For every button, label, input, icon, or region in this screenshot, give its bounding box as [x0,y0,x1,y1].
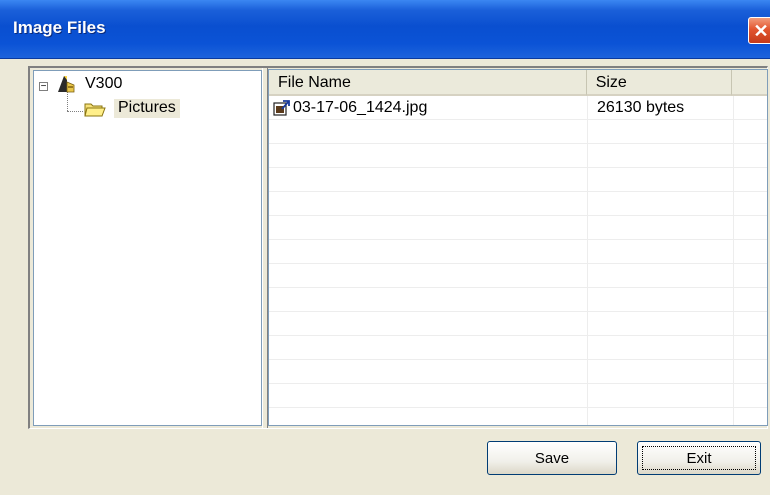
column-header-blank [732,70,767,96]
tree-item-label: V300 [85,75,123,92]
tree-item-v300[interactable]: V300 [55,74,122,94]
folder-tree[interactable] [33,70,262,426]
table-row [269,288,767,312]
focus-ring [642,446,756,470]
close-button[interactable]: ✕ [748,17,770,44]
table-row [269,120,767,144]
table-row [269,384,767,408]
file-list[interactable]: File Name Size 03-17-06_1424.jpg 26130 b… [268,69,768,426]
window-title: Image Files [13,18,106,37]
list-header: File Name Size [269,70,767,96]
table-row [269,216,767,240]
folder-icon [84,100,106,118]
table-row [269,144,767,168]
file-size-cell: 26130 bytes [597,99,685,116]
collapse-toggle[interactable]: − [39,81,48,92]
table-row [269,360,767,384]
tree-item-pictures[interactable]: Pictures [84,99,180,118]
file-name-cell: 03-17-06_1424.jpg [293,99,428,116]
table-row [269,264,767,288]
title-bar[interactable]: Image Files ✕ [0,0,770,59]
table-row [269,240,767,264]
save-button-label: Save [534,449,570,467]
close-icon: ✕ [753,20,769,41]
table-row [269,336,767,360]
table-row [269,312,767,336]
table-row [269,192,767,216]
save-button[interactable]: Save [487,441,617,475]
column-header-file-name[interactable]: File Name [269,70,587,96]
device-icon [55,74,77,94]
exit-button[interactable]: Exit [637,441,761,475]
table-row [269,408,767,425]
table-row [269,168,767,192]
minus-icon: − [40,81,47,92]
table-row[interactable]: 03-17-06_1424.jpg 26130 bytes [269,96,767,120]
tree-item-label: Pictures [114,99,180,118]
column-header-size[interactable]: Size [586,70,733,96]
image-file-icon [273,100,291,116]
tree-connector [67,111,83,112]
